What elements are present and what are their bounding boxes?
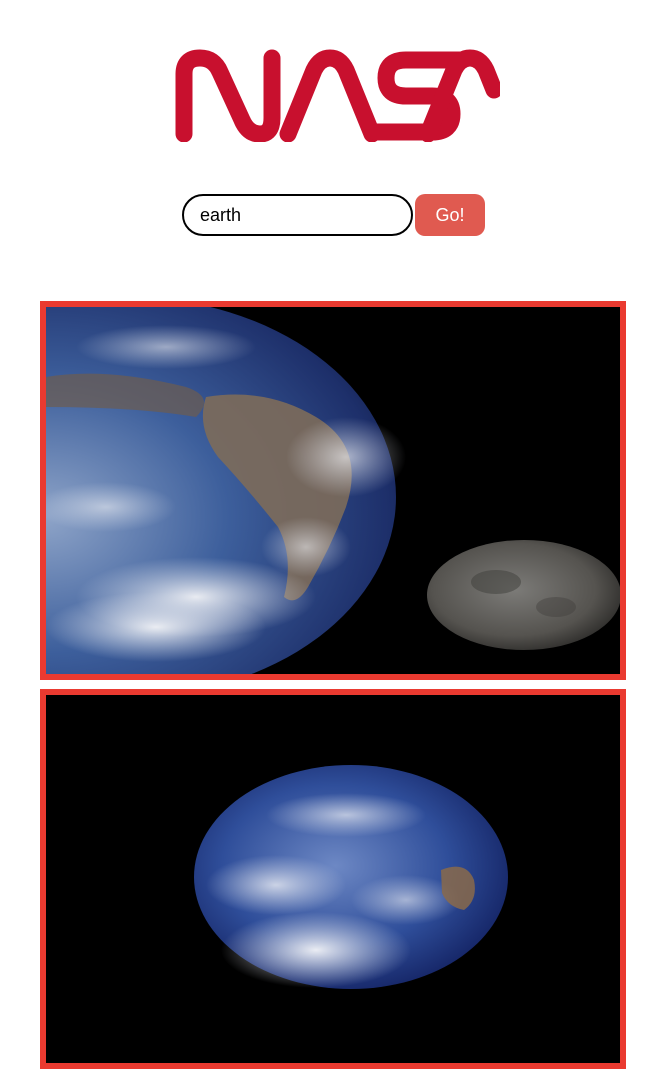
earth-and-moon-image — [46, 307, 620, 674]
nasa-logo — [170, 46, 503, 143]
result-image-card[interactable] — [40, 301, 626, 680]
full-earth-image — [46, 695, 620, 1063]
page: Go! — [0, 0, 672, 1072]
search-bar: Go! — [182, 194, 485, 236]
search-input[interactable] — [182, 194, 413, 236]
nasa-worm-logo — [175, 49, 503, 143]
result-image-card[interactable] — [40, 689, 626, 1069]
go-button[interactable]: Go! — [415, 194, 485, 236]
